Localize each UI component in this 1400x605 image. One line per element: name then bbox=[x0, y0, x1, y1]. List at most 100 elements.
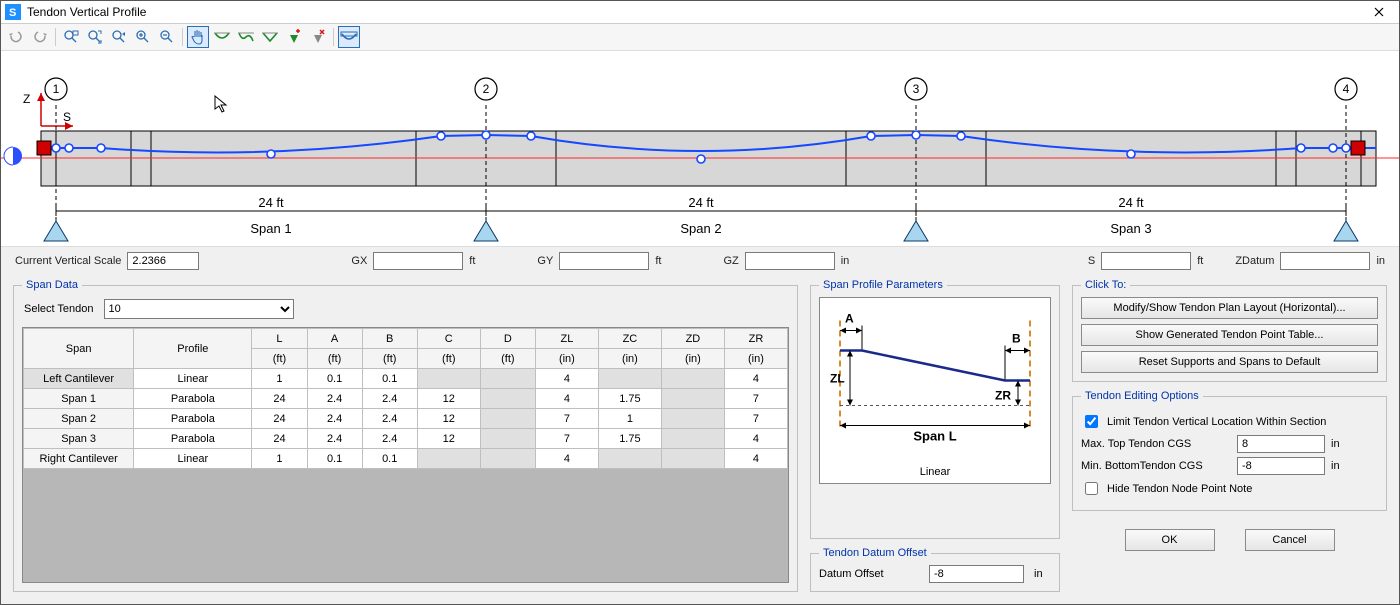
cell-L[interactable]: 24 bbox=[252, 409, 307, 429]
cell-A[interactable]: 2.4 bbox=[307, 389, 362, 409]
cell-C[interactable]: 12 bbox=[417, 389, 480, 409]
cell-C[interactable]: 12 bbox=[417, 429, 480, 449]
datum-input[interactable] bbox=[929, 565, 1024, 583]
tendon-profile-harped-icon[interactable] bbox=[259, 26, 281, 48]
cell-ZL[interactable]: 7 bbox=[535, 429, 598, 449]
cell-profile[interactable]: Linear bbox=[134, 369, 252, 389]
editing-legend: Tendon Editing Options bbox=[1081, 390, 1203, 402]
redo-icon[interactable] bbox=[29, 26, 51, 48]
gy-input[interactable] bbox=[559, 252, 649, 270]
gx-input[interactable] bbox=[373, 252, 463, 270]
cell-ZL[interactable]: 4 bbox=[535, 389, 598, 409]
tendon-add-point-icon[interactable] bbox=[283, 26, 305, 48]
cell-ZD[interactable] bbox=[661, 369, 724, 389]
zoom-extents-icon[interactable] bbox=[84, 26, 106, 48]
cell-B[interactable]: 2.4 bbox=[362, 389, 417, 409]
select-tendon[interactable]: 10 bbox=[104, 299, 294, 319]
cell-L[interactable]: 1 bbox=[252, 369, 307, 389]
profile-canvas[interactable]: Z S 1 2 bbox=[1, 51, 1399, 247]
cell-profile[interactable]: Linear bbox=[134, 449, 252, 469]
cell-ZR[interactable]: 4 bbox=[724, 369, 787, 389]
show-point-table-button[interactable]: Show Generated Tendon Point Table... bbox=[1081, 324, 1378, 346]
span-table[interactable]: Span Profile L A B C D ZL ZC ZD ZR bbox=[23, 328, 788, 469]
limit-checkbox-row[interactable]: Limit Tendon Vertical Location Within Se… bbox=[1081, 412, 1378, 431]
table-row[interactable]: Span 1Parabola242.42.41241.757 bbox=[24, 389, 788, 409]
table-row[interactable]: Span 3Parabola242.42.41271.754 bbox=[24, 429, 788, 449]
mid-column: Span Profile Parameters A B bbox=[810, 279, 1060, 592]
cell-C[interactable] bbox=[417, 369, 480, 389]
tendon-delete-point-icon[interactable] bbox=[307, 26, 329, 48]
cell-B[interactable]: 2.4 bbox=[362, 409, 417, 429]
cell-ZR[interactable]: 4 bbox=[724, 429, 787, 449]
cell-A[interactable]: 2.4 bbox=[307, 429, 362, 449]
cell-D[interactable] bbox=[480, 449, 535, 469]
s-input[interactable] bbox=[1101, 252, 1191, 270]
tendon-section-view-icon[interactable] bbox=[338, 26, 360, 48]
cell-span[interactable]: Right Cantilever bbox=[24, 449, 134, 469]
cell-D[interactable] bbox=[480, 429, 535, 449]
undo-icon[interactable] bbox=[5, 26, 27, 48]
cell-A[interactable]: 0.1 bbox=[307, 449, 362, 469]
cell-ZC[interactable]: 1.75 bbox=[598, 389, 661, 409]
cell-ZC[interactable]: 1 bbox=[598, 409, 661, 429]
gz-input[interactable] bbox=[745, 252, 835, 270]
cell-B[interactable]: 2.4 bbox=[362, 429, 417, 449]
cell-A[interactable]: 2.4 bbox=[307, 409, 362, 429]
cell-L[interactable]: 24 bbox=[252, 389, 307, 409]
table-row[interactable]: Span 2Parabola242.42.412717 bbox=[24, 409, 788, 429]
max-cgs-input[interactable] bbox=[1237, 435, 1325, 453]
zoom-window-icon[interactable] bbox=[60, 26, 82, 48]
cell-ZL[interactable]: 7 bbox=[535, 409, 598, 429]
pan-icon[interactable] bbox=[187, 26, 209, 48]
close-button[interactable] bbox=[1359, 1, 1399, 23]
min-cgs-input[interactable] bbox=[1237, 457, 1325, 475]
cell-D[interactable] bbox=[480, 409, 535, 429]
cell-ZC[interactable] bbox=[598, 369, 661, 389]
cell-L[interactable]: 1 bbox=[252, 449, 307, 469]
ok-button[interactable]: OK bbox=[1125, 529, 1215, 551]
cancel-button[interactable]: Cancel bbox=[1245, 529, 1335, 551]
cell-L[interactable]: 24 bbox=[252, 429, 307, 449]
tendon-profile-reverse-icon[interactable] bbox=[235, 26, 257, 48]
cell-ZL[interactable]: 4 bbox=[535, 369, 598, 389]
cell-span[interactable]: Span 1 bbox=[24, 389, 134, 409]
cell-ZR[interactable]: 7 bbox=[724, 409, 787, 429]
cell-C[interactable]: 12 bbox=[417, 409, 480, 429]
cell-A[interactable]: 0.1 bbox=[307, 369, 362, 389]
cell-span[interactable]: Span 2 bbox=[24, 409, 134, 429]
cell-ZC[interactable]: 1.75 bbox=[598, 429, 661, 449]
cell-span[interactable]: Left Cantilever bbox=[24, 369, 134, 389]
cell-ZR[interactable]: 4 bbox=[724, 449, 787, 469]
hdr-L: L bbox=[252, 329, 307, 349]
cell-ZD[interactable] bbox=[661, 389, 724, 409]
cell-ZC[interactable] bbox=[598, 449, 661, 469]
cell-ZD[interactable] bbox=[661, 449, 724, 469]
cell-D[interactable] bbox=[480, 369, 535, 389]
modify-plan-button[interactable]: Modify/Show Tendon Plan Layout (Horizont… bbox=[1081, 297, 1378, 319]
cell-ZR[interactable]: 7 bbox=[724, 389, 787, 409]
cell-ZD[interactable] bbox=[661, 429, 724, 449]
zoom-out-icon[interactable] bbox=[156, 26, 178, 48]
gz-unit: in bbox=[841, 255, 850, 267]
cell-profile[interactable]: Parabola bbox=[134, 429, 252, 449]
limit-checkbox[interactable] bbox=[1085, 415, 1098, 428]
zoom-in-icon[interactable] bbox=[132, 26, 154, 48]
cell-ZD[interactable] bbox=[661, 409, 724, 429]
cell-profile[interactable]: Parabola bbox=[134, 389, 252, 409]
table-row[interactable]: Left CantileverLinear10.10.144 bbox=[24, 369, 788, 389]
cell-ZL[interactable]: 4 bbox=[535, 449, 598, 469]
hide-note-checkbox[interactable] bbox=[1085, 482, 1098, 495]
zoom-previous-icon[interactable] bbox=[108, 26, 130, 48]
cell-C[interactable] bbox=[417, 449, 480, 469]
cell-B[interactable]: 0.1 bbox=[362, 449, 417, 469]
cell-B[interactable]: 0.1 bbox=[362, 369, 417, 389]
zdatum-input[interactable] bbox=[1280, 252, 1370, 270]
scale-input[interactable] bbox=[127, 252, 199, 270]
hide-note-checkbox-row[interactable]: Hide Tendon Node Point Note bbox=[1081, 479, 1378, 498]
reset-supports-button[interactable]: Reset Supports and Spans to Default bbox=[1081, 351, 1378, 373]
tendon-profile-parabola-icon[interactable] bbox=[211, 26, 233, 48]
cell-D[interactable] bbox=[480, 389, 535, 409]
cell-profile[interactable]: Parabola bbox=[134, 409, 252, 429]
table-row[interactable]: Right CantileverLinear10.10.144 bbox=[24, 449, 788, 469]
cell-span[interactable]: Span 3 bbox=[24, 429, 134, 449]
